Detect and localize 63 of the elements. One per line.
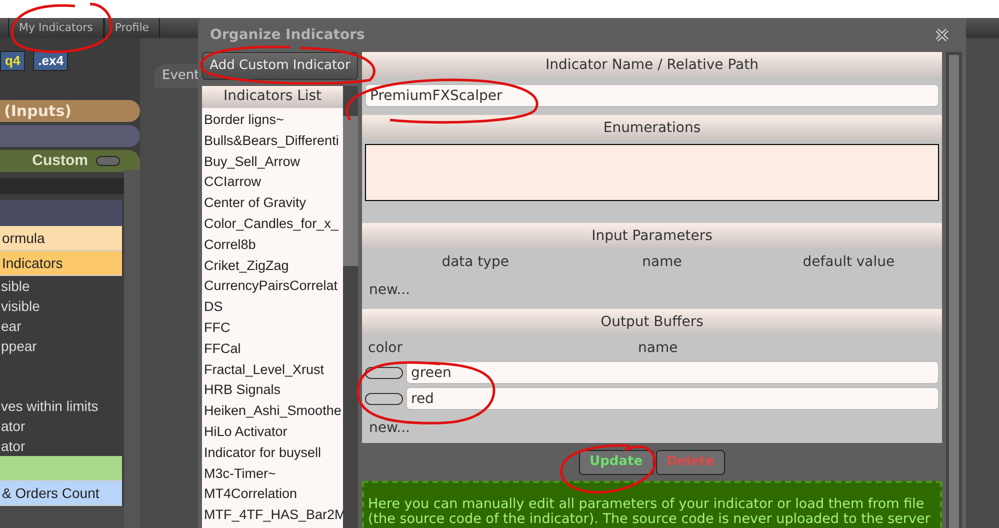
indicator-list-item[interactable]: Buy_Sell_Arrow	[204, 152, 343, 172]
indicator-list-item[interactable]: MT4Correlation	[204, 484, 343, 506]
scrollbar-thumb[interactable]	[949, 55, 959, 528]
list-item[interactable]: ves within limits	[0, 396, 122, 416]
add-indicator-button[interactable]: Add Custom Indicator	[202, 52, 358, 80]
list-item[interactable]: ear	[0, 316, 122, 336]
panel-header[interactable]: Custom	[0, 150, 140, 172]
list-item[interactable]: ator	[0, 416, 122, 436]
enumerations-field[interactable]	[365, 144, 939, 201]
section-title: Enumerations	[362, 115, 942, 141]
indicator-list-item[interactable]: FFC	[204, 318, 343, 339]
list-item[interactable]: sible	[0, 276, 122, 296]
color-swatch[interactable]	[365, 366, 403, 378]
indicator-list-item[interactable]: Heiken_Ashi_Smoothe	[204, 401, 343, 422]
indicator-list-item[interactable]: HiLo Activator	[204, 422, 343, 443]
toggle-switch[interactable]	[96, 156, 120, 166]
indicator-list-item[interactable]: DS	[204, 297, 343, 318]
list-item[interactable]: ppear	[0, 336, 122, 356]
column-header: default value	[802, 252, 896, 272]
indicator-list-item[interactable]: Criket_ZigZag	[204, 256, 343, 276]
list-item[interactable]	[0, 456, 122, 481]
indicator-list-item[interactable]: CurrencyPairsCorrelat	[204, 276, 343, 298]
column-header: color	[368, 338, 404, 358]
new-link[interactable]: new...	[362, 413, 410, 443]
column-header: name	[641, 252, 683, 272]
buffer-name-field[interactable]: green	[406, 361, 939, 384]
indicator-list-item[interactable]: Color_Candles_for_x_	[204, 214, 343, 235]
indicator-list-item[interactable]: Indicator for buysell	[204, 442, 343, 464]
section-title: Input Parameters	[362, 223, 942, 249]
section-title: Indicator Name / Relative Path	[362, 52, 942, 78]
indicator-list-item[interactable]: Bulls&Bears_Differenti	[204, 130, 343, 152]
indicator-list-item[interactable]: FFCal	[204, 338, 343, 360]
indicator-list-item[interactable]: HRB Signals	[204, 380, 343, 402]
panel-header[interactable]	[0, 125, 140, 147]
new-link[interactable]: new...	[362, 275, 410, 305]
indicator-list-item[interactable]: Correl8b	[204, 234, 343, 256]
list-item[interactable]: ator	[0, 436, 122, 456]
indicator-list-item[interactable]: MTF_4TF_HAS_Bar2M	[204, 505, 343, 526]
name-field[interactable]: PremiumFXScalper	[365, 84, 939, 107]
column-header: data type	[440, 252, 510, 272]
indicator-list-item[interactable]: M3c-Timer~	[204, 464, 343, 484]
indicator-list-item[interactable]: Border ligns~	[204, 110, 343, 131]
list-item[interactable]: ormula	[0, 226, 122, 251]
buffer-name-field[interactable]: red	[406, 387, 939, 410]
info-text: (the source code of the indicator). The source code is never uploaded to the server	[368, 512, 932, 527]
list-item[interactable]: & Orders Count	[0, 481, 122, 506]
list-item[interactable]: Indicators	[0, 251, 122, 276]
section-title: Output Buffers	[362, 309, 942, 335]
column-header: name	[638, 338, 678, 358]
close-icon[interactable]	[934, 27, 950, 43]
input-field[interactable]	[0, 178, 124, 194]
color-swatch[interactable]	[365, 392, 403, 404]
scrollbar-thumb[interactable]	[343, 116, 358, 266]
indicator-list-item[interactable]: Fractal_Level_Xrust	[204, 360, 343, 380]
info-text: Here you can manually edit all parameters of your indicator or load them from file	[368, 497, 926, 512]
list-item[interactable]: visible	[0, 296, 122, 316]
list-title: Indicators List	[202, 86, 343, 108]
scrollbar[interactable]	[124, 170, 140, 528]
indicator-list-item[interactable]: Center of Gravity	[204, 193, 343, 214]
file-type-button[interactable]: q4	[0, 51, 26, 71]
dialog-title: Organize Indicators	[210, 26, 365, 44]
indicator-list-item[interactable]: CCIarrow	[204, 172, 343, 194]
file-type-button[interactable]: .ex4	[33, 51, 68, 71]
